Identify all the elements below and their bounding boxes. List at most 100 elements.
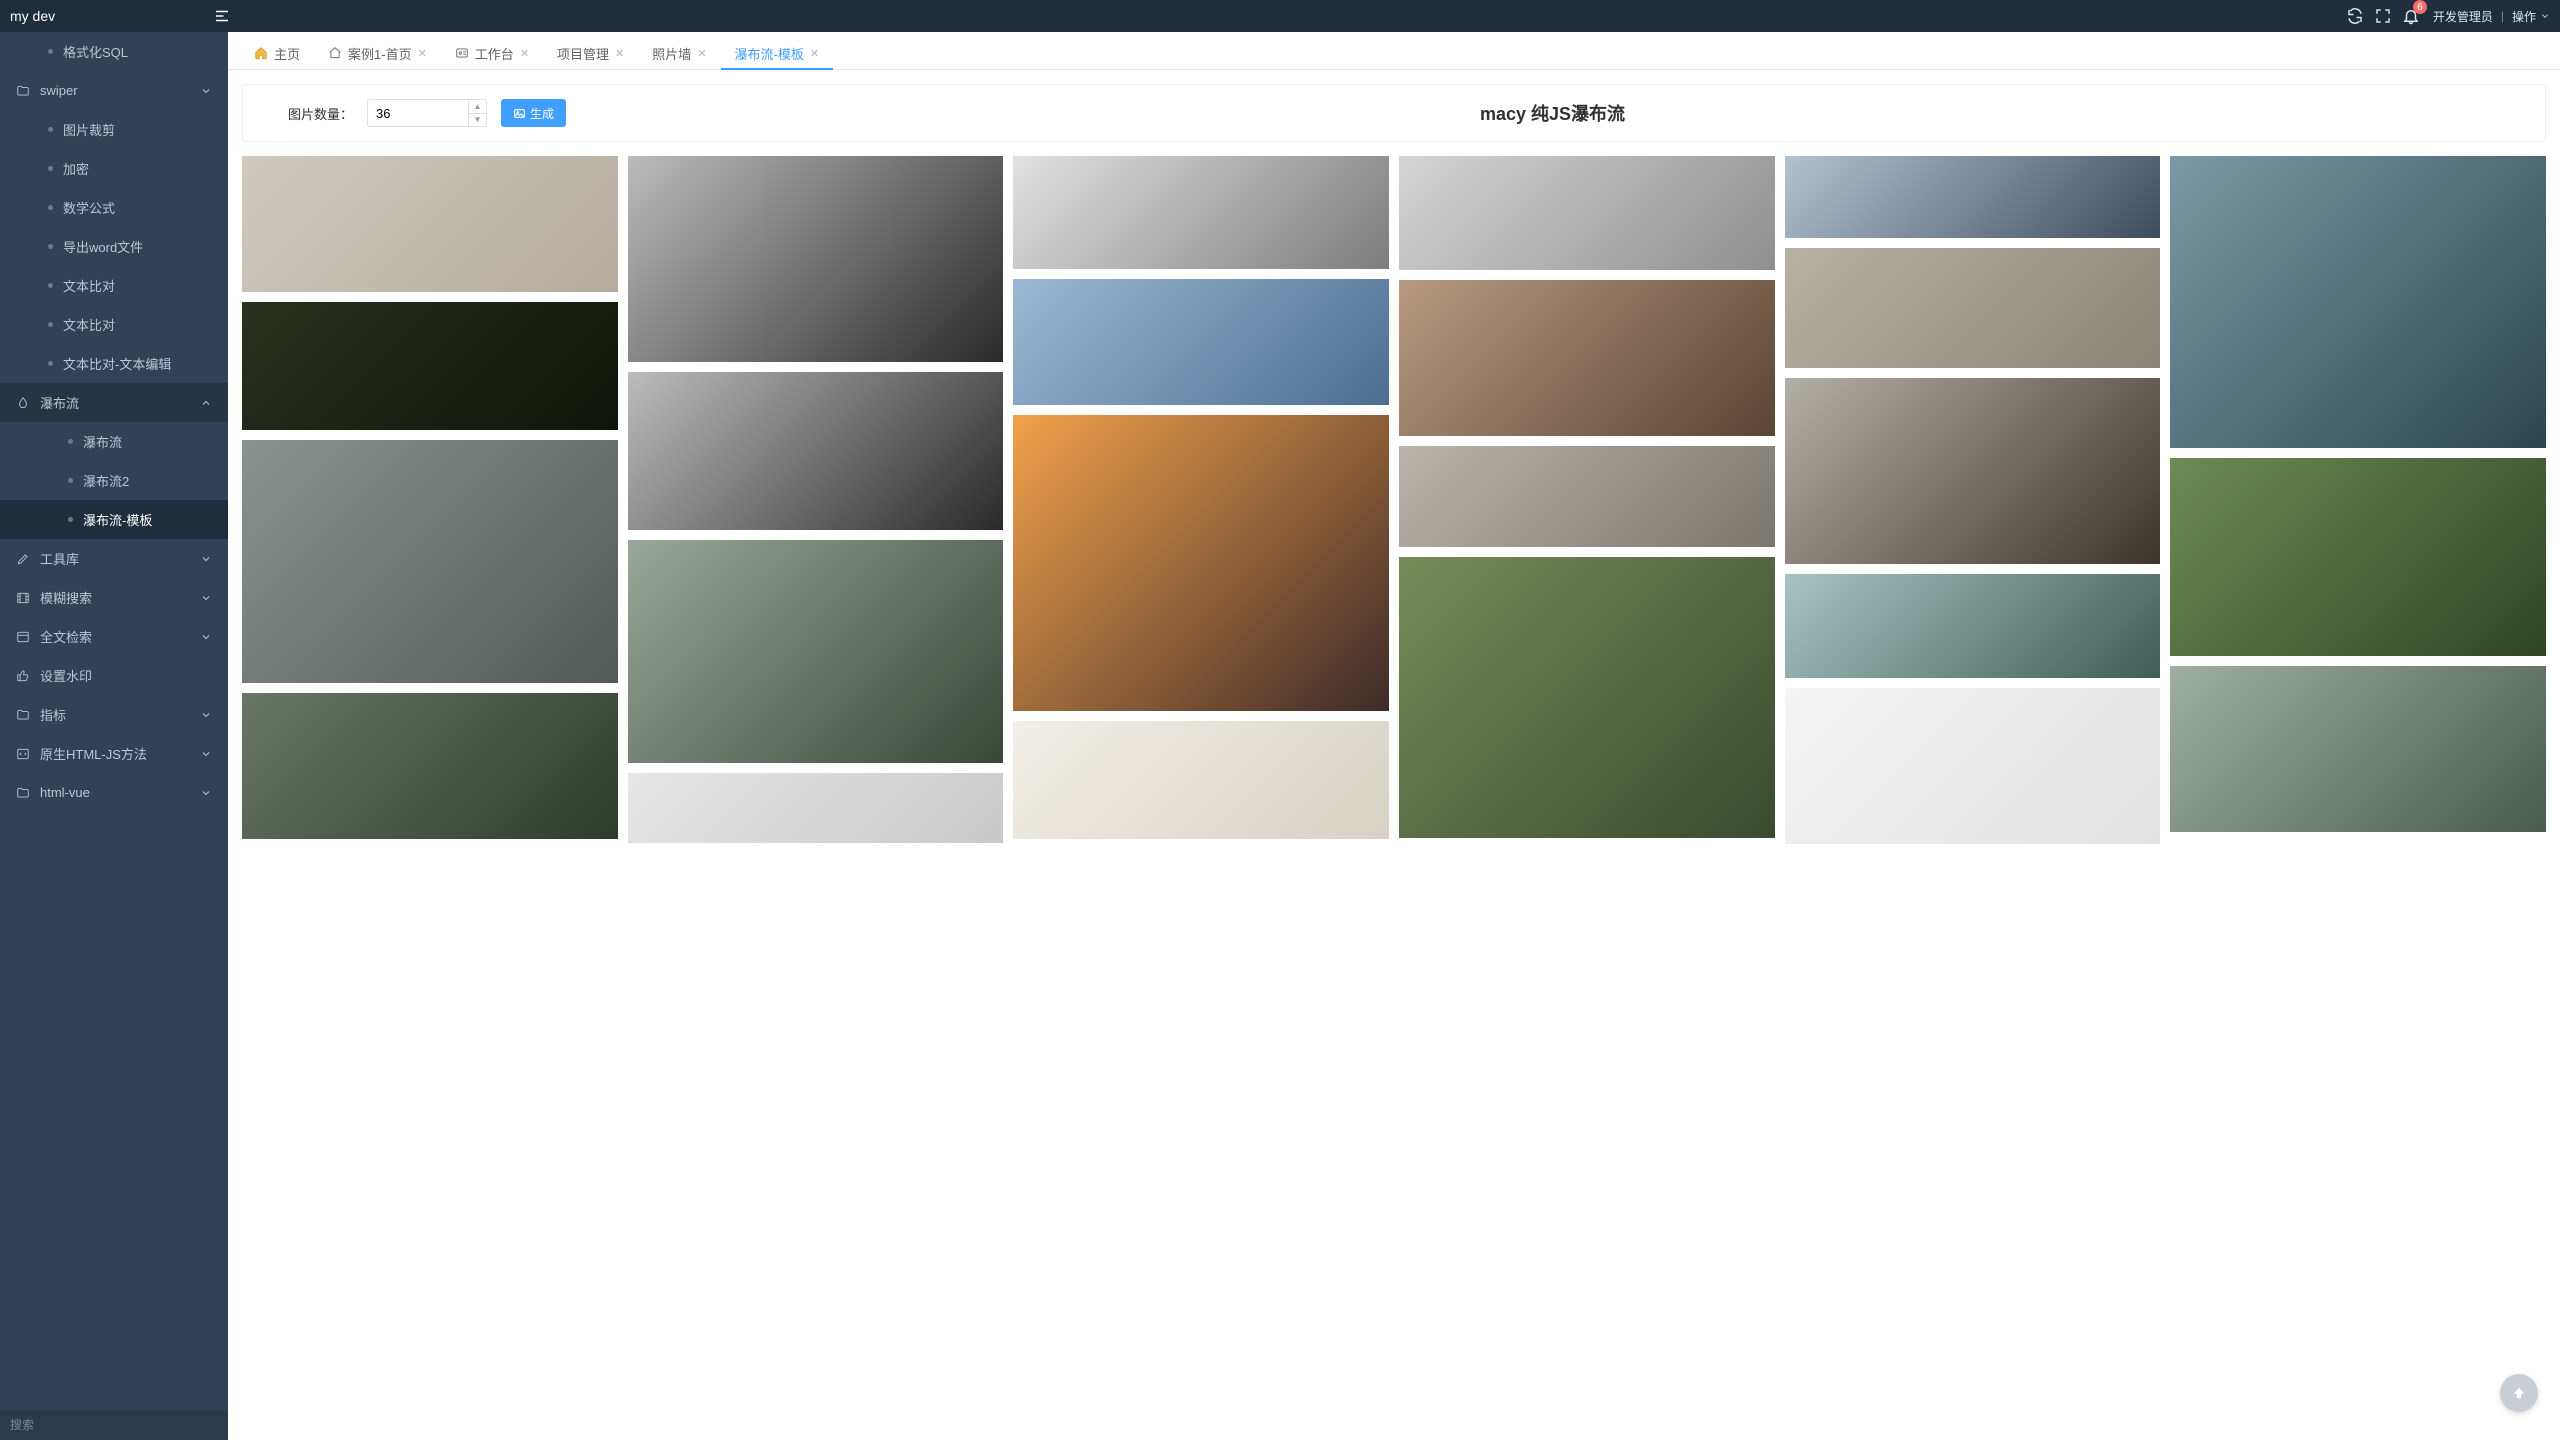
dot-icon: [48, 166, 53, 171]
refresh-icon[interactable]: [2341, 2, 2369, 30]
chevron-down-icon: [200, 592, 212, 604]
chevron-down-icon: [200, 748, 212, 760]
sidebar-item-label: 加密: [63, 159, 89, 178]
chevron-down-icon: [200, 553, 212, 565]
close-icon[interactable]: ✕: [520, 47, 529, 60]
image-tile[interactable]: [1785, 248, 2161, 368]
sidebar-item-label: 图片裁剪: [63, 120, 115, 139]
sidebar-subitem-11[interactable]: 瀑布流2: [0, 461, 228, 500]
user-menu[interactable]: 开发管理员 | 操作: [2433, 8, 2550, 25]
sidebar-group-13[interactable]: 工具库: [0, 539, 228, 578]
sidebar-item-8[interactable]: 文本比对-文本编辑: [0, 344, 228, 383]
sidebar-item-label: 导出word文件: [63, 237, 143, 256]
count-label: 图片数量：: [263, 104, 353, 123]
image-tile[interactable]: [1013, 721, 1389, 839]
spinner-down[interactable]: ▼: [469, 114, 486, 127]
sidebar-item-6[interactable]: 文本比对: [0, 266, 228, 305]
sidebar-group-17[interactable]: 指标: [0, 695, 228, 734]
image-tile[interactable]: [628, 372, 1004, 530]
sidebar-item-4[interactable]: 数学公式: [0, 188, 228, 227]
image-tile[interactable]: [1399, 557, 1775, 838]
masonry-col: [1785, 156, 2161, 844]
dot-icon: [68, 439, 73, 444]
image-tile[interactable]: [1785, 378, 2161, 564]
sidebar-item-3[interactable]: 加密: [0, 149, 228, 188]
house-icon: [328, 46, 342, 60]
masonry-grid: [242, 156, 2546, 844]
user-role: 开发管理员: [2433, 8, 2493, 25]
tab-1[interactable]: 案例1-首页 ✕: [314, 37, 441, 69]
sidebar-group-1[interactable]: swiper: [0, 71, 228, 110]
home-icon: [254, 46, 268, 60]
sidebar-group-19[interactable]: html-vue: [0, 773, 228, 812]
image-tile[interactable]: [1399, 156, 1775, 270]
image-tile[interactable]: [1785, 574, 2161, 678]
sidebar-item-2[interactable]: 图片裁剪: [0, 110, 228, 149]
image-tile[interactable]: [1399, 280, 1775, 436]
sidebar-item-label: swiper: [40, 83, 78, 98]
sidebar-search: [0, 1410, 228, 1440]
image-tile[interactable]: [628, 773, 1004, 843]
dot-icon: [48, 322, 53, 327]
masonry-col: [628, 156, 1004, 843]
image-tile[interactable]: [1785, 688, 2161, 844]
tab-3[interactable]: 项目管理✕: [543, 37, 638, 69]
tab-4[interactable]: 照片墙 ✕: [638, 37, 720, 69]
chevron-down-icon: [200, 85, 212, 97]
folder-icon: [16, 786, 30, 800]
image-tile[interactable]: [242, 693, 618, 839]
image-tile[interactable]: [242, 440, 618, 683]
tab-5[interactable]: 瀑布流-模板 ✕: [721, 37, 834, 69]
image-tile[interactable]: [242, 302, 618, 430]
tabs-row: 主页案例1-首页✕工作台✕项目管理✕照片墙✕瀑布流-模板✕: [228, 32, 2560, 70]
id-icon: [455, 46, 469, 60]
image-tile[interactable]: [2170, 458, 2546, 656]
close-icon[interactable]: ✕: [697, 47, 706, 60]
tab-label: 照片墙: [652, 44, 691, 63]
tab-label: 瀑布流-模板: [735, 44, 804, 63]
close-icon[interactable]: ✕: [810, 47, 819, 60]
count-spinner: ▲ ▼: [367, 99, 487, 127]
masonry-col: [242, 156, 618, 839]
image-tile[interactable]: [1399, 446, 1775, 547]
chevron-down-icon: [200, 631, 212, 643]
sidebar-group-18[interactable]: 原生HTML-JS方法: [0, 734, 228, 773]
sidebar-group-14[interactable]: 模糊搜索: [0, 578, 228, 617]
close-icon[interactable]: ✕: [418, 47, 427, 60]
image-tile[interactable]: [242, 156, 618, 292]
masonry-col: [1013, 156, 1389, 839]
menu-toggle-button[interactable]: [210, 4, 234, 28]
sidebar-group-16[interactable]: 设置水印: [0, 656, 228, 695]
picture-icon: [513, 107, 526, 120]
sidebar-item-7[interactable]: 文本比对: [0, 305, 228, 344]
image-tile[interactable]: [628, 540, 1004, 763]
image-tile[interactable]: [2170, 156, 2546, 448]
sidebar-item-5[interactable]: 导出word文件: [0, 227, 228, 266]
sidebar-item-label: 设置水印: [40, 666, 92, 685]
sidebar-group-15[interactable]: 全文检索: [0, 617, 228, 656]
close-icon[interactable]: ✕: [615, 47, 624, 60]
tab-2[interactable]: 工作台✕: [441, 37, 543, 69]
spinner-up[interactable]: ▲: [469, 100, 486, 114]
sidebar-subitem-10[interactable]: 瀑布流: [0, 422, 228, 461]
fullscreen-icon[interactable]: [2369, 2, 2397, 30]
masonry-col: [1399, 156, 1775, 838]
tab-0[interactable]: 主页: [240, 37, 314, 69]
sidebar-subitem-12[interactable]: 瀑布流-模板: [0, 500, 228, 539]
image-tile[interactable]: [628, 156, 1004, 362]
dot-icon: [48, 49, 53, 54]
image-tile[interactable]: [1013, 415, 1389, 711]
scroll-top-button[interactable]: [2500, 1374, 2538, 1412]
bell-icon[interactable]: 6: [2397, 2, 2425, 30]
sidebar-search-input[interactable]: [0, 1410, 228, 1440]
image-tile[interactable]: [1785, 156, 2161, 238]
sidebar-item-label: 瀑布流: [83, 432, 122, 451]
image-tile[interactable]: [2170, 666, 2546, 832]
image-tile[interactable]: [1013, 156, 1389, 269]
sidebar-group-9[interactable]: 瀑布流: [0, 383, 228, 422]
sidebar-item-0[interactable]: 格式化SQL: [0, 32, 228, 71]
tab-label: 案例1-首页: [348, 44, 412, 63]
generate-label: 生成: [530, 105, 554, 122]
generate-button[interactable]: 生成: [501, 99, 566, 127]
image-tile[interactable]: [1013, 279, 1389, 405]
